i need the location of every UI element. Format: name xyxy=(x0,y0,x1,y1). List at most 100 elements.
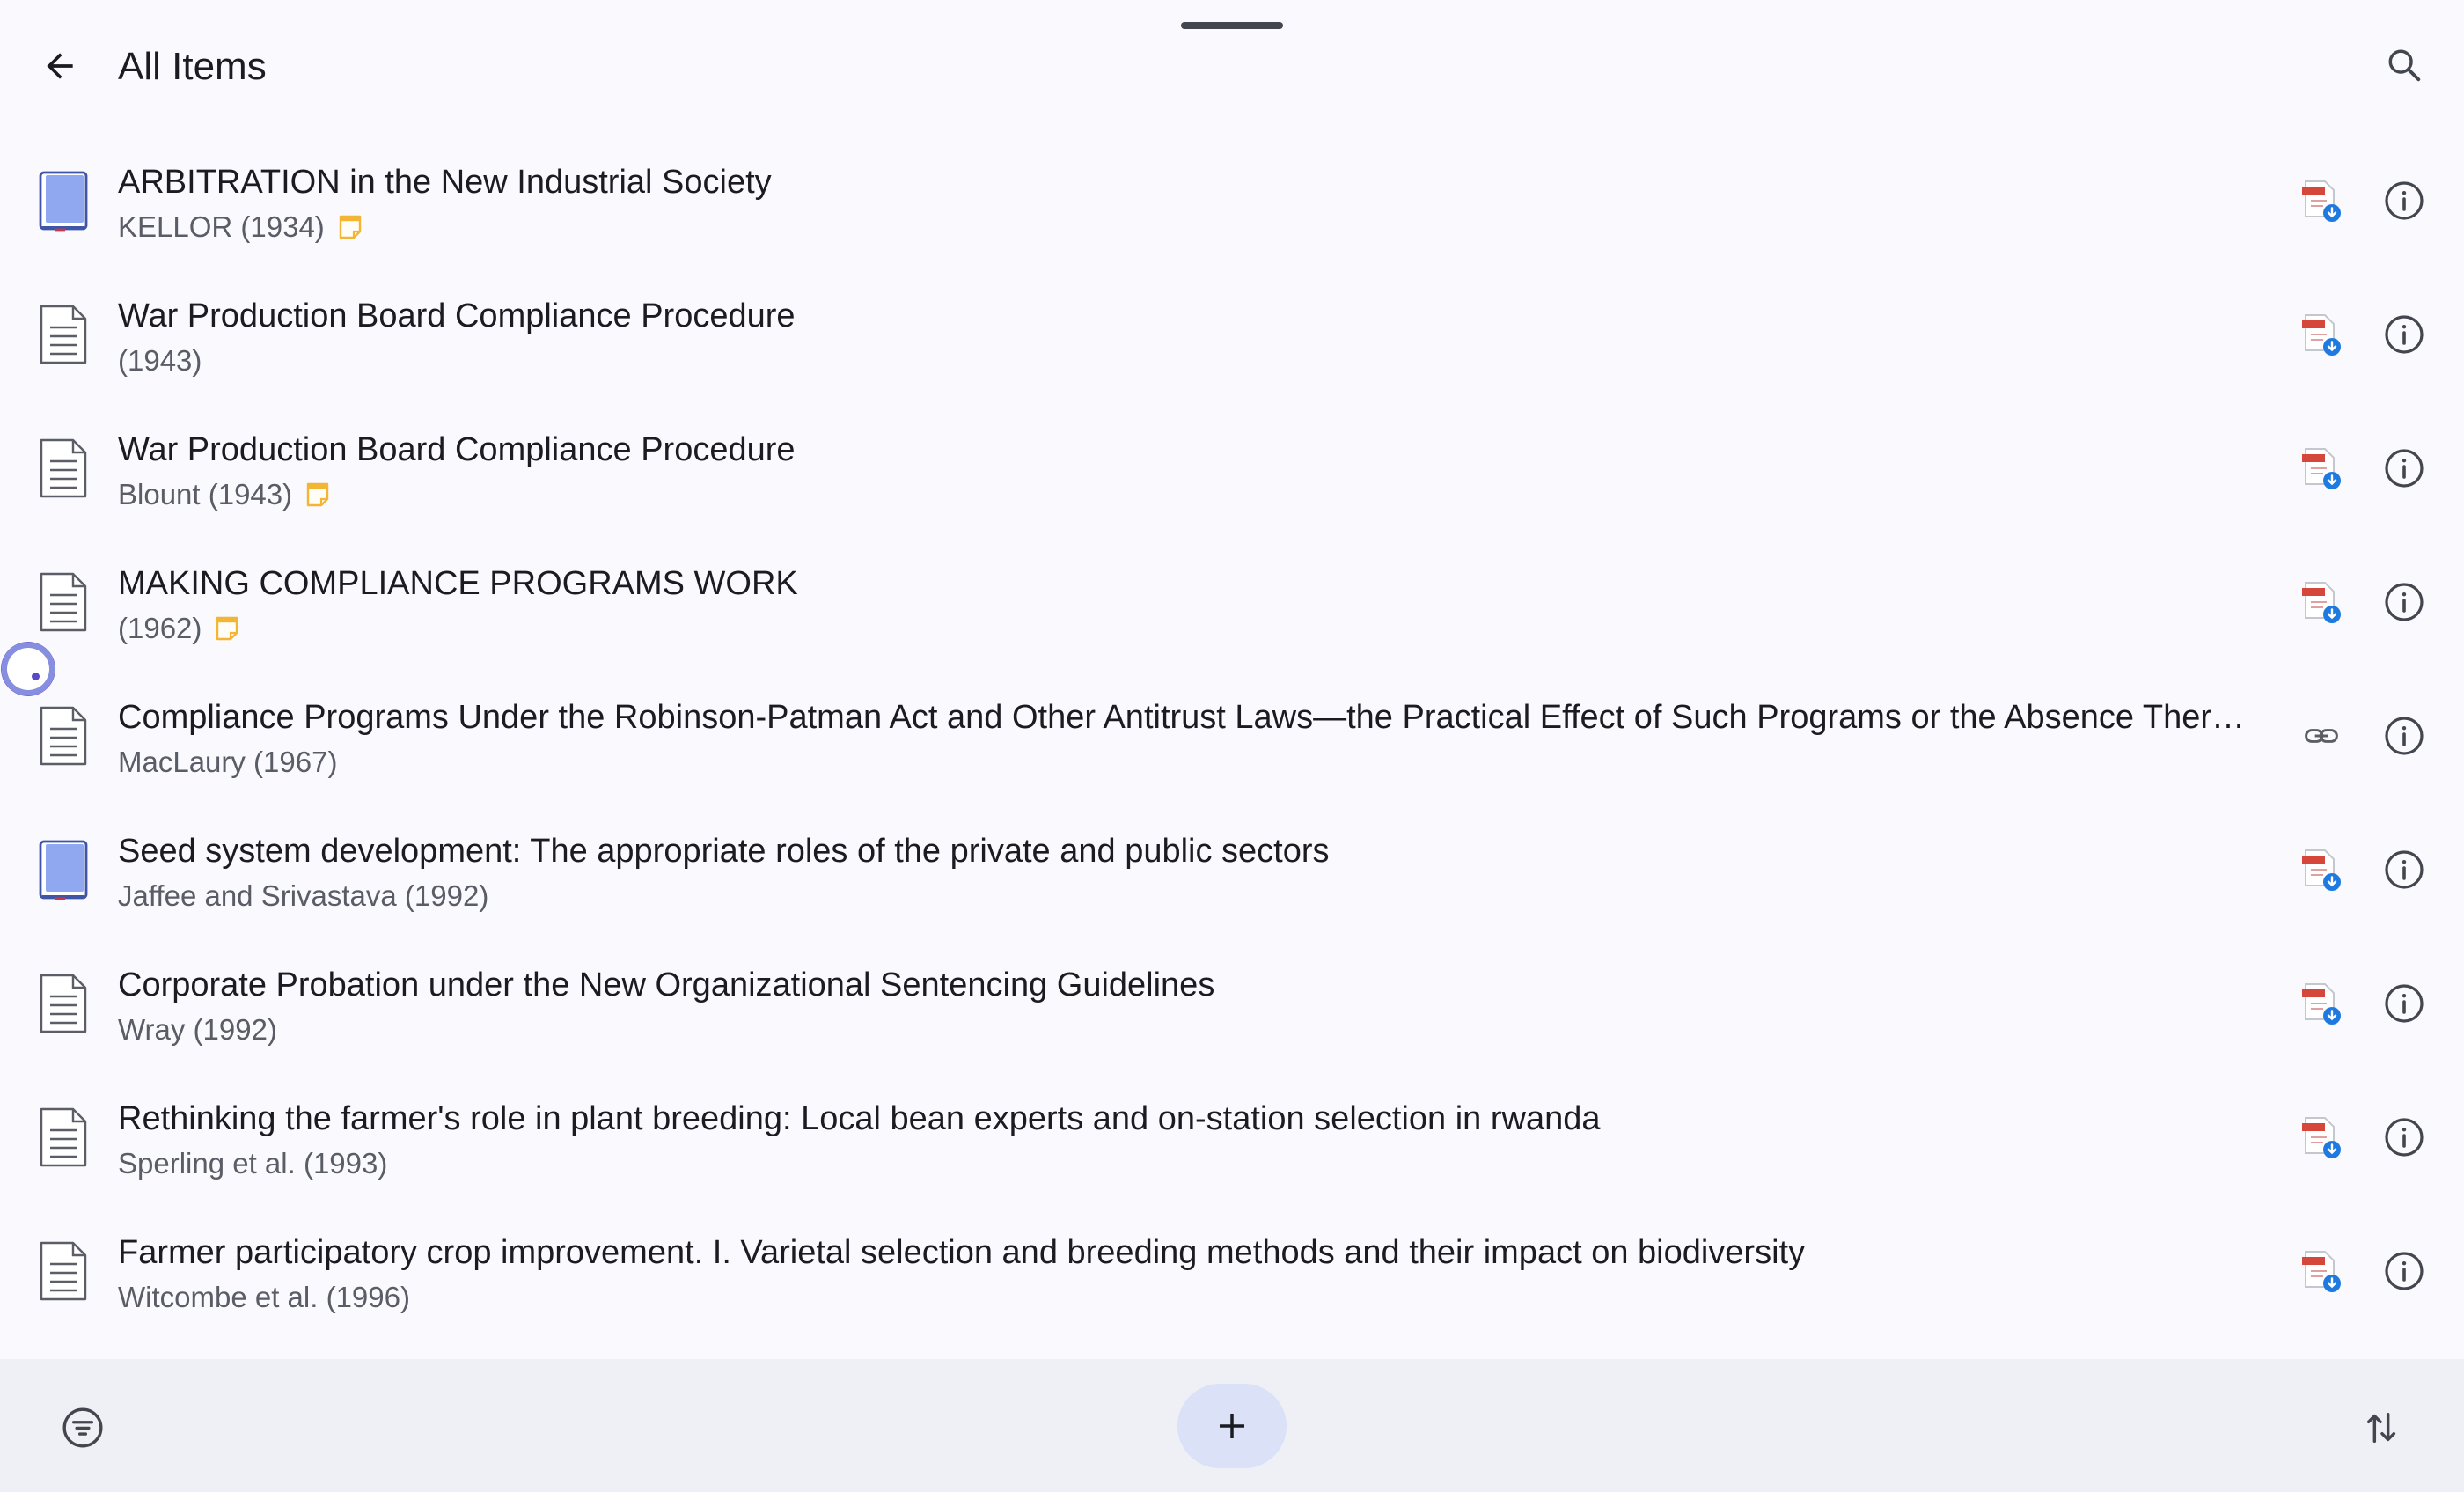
filter-icon xyxy=(62,1407,103,1448)
list-item[interactable]: ARBITRATION in the New Industrial Societ… xyxy=(0,134,2464,268)
info-icon xyxy=(2385,984,2424,1023)
item-subtitle: MacLaury (1967) xyxy=(118,746,338,778)
list-item[interactable]: War Production Board Compliance Procedur… xyxy=(0,268,2464,401)
info-icon xyxy=(2385,583,2424,621)
book-icon xyxy=(39,171,88,232)
item-subtitle-row: Jaffee and Srivastava (1992) xyxy=(118,877,488,915)
pdf-download-icon xyxy=(2302,983,2341,1025)
pdf-download-icon xyxy=(2302,582,2341,623)
top-app-bar: All Items xyxy=(0,0,2464,132)
item-title: War Production Board Compliance Procedur… xyxy=(118,298,796,334)
item-subtitle-row: Witcombe et al. (1996) xyxy=(118,1278,410,1317)
pdf-attachment-button[interactable] xyxy=(2293,440,2350,496)
item-subtitle: Jaffee and Srivastava (1992) xyxy=(118,879,489,912)
items-list[interactable]: ARBITRATION in the New Industrial Societ… xyxy=(0,134,2464,1359)
item-info-button[interactable] xyxy=(2376,842,2432,898)
note-indicator xyxy=(337,214,363,240)
item-subtitle: (1962) xyxy=(118,612,202,644)
list-item[interactable]: Seed system development: The appropriate… xyxy=(0,803,2464,937)
item-subtitle: Witcombe et al. (1996) xyxy=(118,1281,410,1313)
item-type-icon xyxy=(32,303,95,366)
list-item[interactable]: Compliance Programs Under the Robinson-P… xyxy=(0,669,2464,803)
info-icon xyxy=(2385,850,2424,889)
item-subtitle: (1943) xyxy=(118,344,202,377)
book-icon xyxy=(39,840,88,900)
page-title: All Items xyxy=(118,45,267,88)
back-button[interactable] xyxy=(26,40,93,92)
add-item-button[interactable] xyxy=(1177,1384,1287,1468)
note-icon xyxy=(306,482,329,507)
item-type-icon xyxy=(32,838,95,901)
bottom-bar xyxy=(0,1359,2464,1492)
item-title: War Production Board Compliance Procedur… xyxy=(118,431,796,468)
pdf-download-icon xyxy=(2302,1117,2341,1158)
item-subtitle-row: (1962) xyxy=(118,609,240,648)
item-subtitle-row: Wray (1992) xyxy=(118,1011,277,1049)
list-item[interactable]: Farmer participatory crop improvement. I… xyxy=(0,1204,2464,1338)
link-attachment-button[interactable] xyxy=(2293,708,2350,764)
item-info-button[interactable] xyxy=(2376,440,2432,496)
item-info-button[interactable] xyxy=(2376,1109,2432,1165)
item-info-button[interactable] xyxy=(2376,1243,2432,1299)
note-icon xyxy=(339,215,361,239)
item-info-button[interactable] xyxy=(2376,708,2432,764)
sort-icon xyxy=(2366,1412,2396,1444)
pdf-attachment-button[interactable] xyxy=(2293,975,2350,1032)
note-indicator xyxy=(214,615,240,642)
pdf-download-icon xyxy=(2302,849,2341,891)
document-icon xyxy=(40,706,87,766)
item-info-button[interactable] xyxy=(2376,173,2432,229)
item-type-icon xyxy=(32,704,95,768)
info-icon xyxy=(2385,1252,2424,1290)
item-subtitle-row: KELLOR (1934) xyxy=(118,208,363,246)
list-item[interactable]: MAKING COMPLIANCE PROGRAMS WORK (1962) xyxy=(0,535,2464,669)
item-subtitle-row: Blount (1943) xyxy=(118,475,331,514)
document-icon xyxy=(40,1107,87,1167)
item-type-icon xyxy=(32,972,95,1035)
pdf-download-icon xyxy=(2302,448,2341,489)
link-icon xyxy=(2305,729,2338,743)
arrow-back-icon xyxy=(47,53,73,79)
item-title: ARBITRATION in the New Industrial Societ… xyxy=(118,164,772,201)
item-info-button[interactable] xyxy=(2376,975,2432,1032)
info-icon xyxy=(2385,717,2424,755)
pdf-attachment-button[interactable] xyxy=(2293,842,2350,898)
item-title: Seed system development: The appropriate… xyxy=(118,833,1330,870)
item-subtitle: Sperling et al. (1993) xyxy=(118,1147,388,1180)
note-icon xyxy=(216,616,238,641)
sort-button[interactable] xyxy=(2353,1400,2409,1456)
pdf-attachment-button[interactable] xyxy=(2293,306,2350,363)
item-title: Farmer participatory crop improvement. I… xyxy=(118,1234,1806,1271)
item-type-icon xyxy=(32,437,95,500)
assistant-bubble-dot xyxy=(32,673,40,680)
pdf-attachment-button[interactable] xyxy=(2293,574,2350,630)
item-type-icon xyxy=(32,570,95,634)
document-icon xyxy=(40,974,87,1033)
item-type-icon xyxy=(32,1239,95,1303)
item-type-icon xyxy=(32,169,95,232)
list-item[interactable]: War Production Board Compliance Procedur… xyxy=(0,401,2464,535)
document-icon xyxy=(40,1241,87,1301)
pdf-download-icon xyxy=(2302,1251,2341,1292)
search-icon xyxy=(2388,49,2421,82)
document-icon xyxy=(40,305,87,364)
document-icon xyxy=(40,572,87,632)
item-title: Corporate Probation under the New Organi… xyxy=(118,966,1215,1003)
pdf-download-icon xyxy=(2302,314,2341,356)
pdf-attachment-button[interactable] xyxy=(2293,1109,2350,1165)
info-icon xyxy=(2385,181,2424,220)
assistant-bubble[interactable] xyxy=(2,643,55,695)
document-icon xyxy=(40,438,87,498)
pdf-attachment-button[interactable] xyxy=(2293,173,2350,229)
item-type-icon xyxy=(32,1106,95,1169)
search-button[interactable] xyxy=(2376,37,2432,93)
item-info-button[interactable] xyxy=(2376,306,2432,363)
list-item[interactable]: Rethinking the farmer's role in plant br… xyxy=(0,1070,2464,1204)
pdf-attachment-button[interactable] xyxy=(2293,1243,2350,1299)
item-info-button[interactable] xyxy=(2376,574,2432,630)
info-icon xyxy=(2385,449,2424,488)
filter-button[interactable] xyxy=(55,1400,111,1456)
item-title: Rethinking the farmer's role in plant br… xyxy=(118,1100,1601,1137)
item-subtitle: Blount (1943) xyxy=(118,478,293,511)
list-item[interactable]: Corporate Probation under the New Organi… xyxy=(0,937,2464,1070)
